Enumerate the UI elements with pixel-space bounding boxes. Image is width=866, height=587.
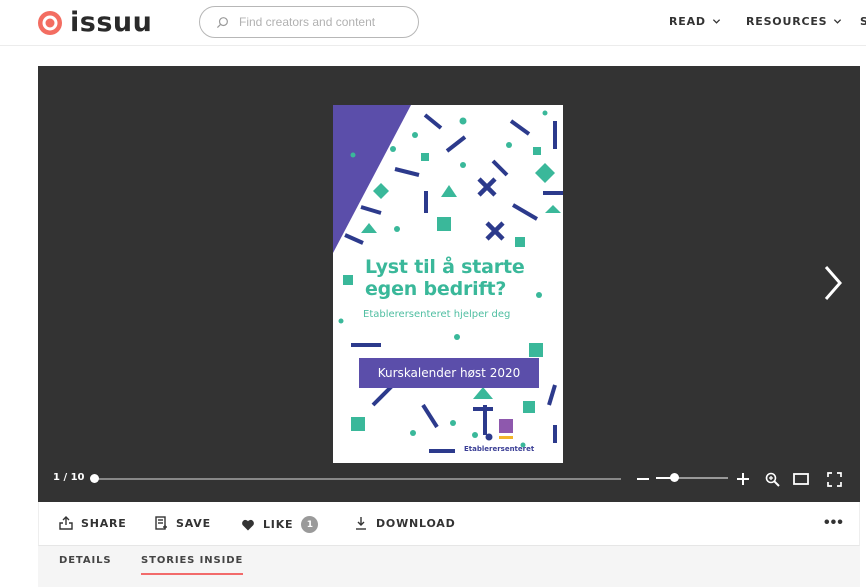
document-page[interactable]: Lyst til å starte egen bedrift? Etablere…: [333, 105, 563, 463]
more-options-button[interactable]: •••: [824, 515, 844, 531]
cover-title: Lyst til å starte egen bedrift?: [365, 256, 525, 300]
tab-details[interactable]: DETAILS: [59, 555, 112, 573]
download-label: DOWNLOAD: [376, 516, 456, 530]
logo-text: issuu: [70, 7, 153, 38]
zoom-slider-handle[interactable]: [670, 473, 679, 482]
fullscreen-button[interactable]: [824, 469, 844, 489]
cover-title-line1: Lyst til å starte: [365, 256, 525, 278]
single-page-icon: [793, 473, 809, 485]
chevron-down-icon: [834, 19, 842, 24]
page-indicator: 1 / 10: [53, 472, 85, 483]
page-progress-handle[interactable]: [90, 474, 99, 483]
nav-truncated-label: S: [860, 15, 866, 28]
share-button[interactable]: SHARE: [59, 516, 127, 530]
heart-icon: [242, 519, 254, 530]
chevron-down-icon: [712, 19, 720, 24]
share-icon: [59, 516, 73, 530]
single-page-view-button[interactable]: [791, 469, 811, 489]
search-input[interactable]: [239, 15, 409, 29]
save-label: SAVE: [176, 516, 211, 530]
nav-resources[interactable]: RESOURCES: [746, 15, 842, 28]
like-count-badge: 1: [301, 516, 319, 533]
share-label: SHARE: [81, 516, 127, 530]
nav-resources-label: RESOURCES: [746, 15, 828, 28]
minus-icon: [637, 478, 649, 480]
zoom-in-button[interactable]: [733, 469, 753, 489]
like-button[interactable]: LIKE 1: [241, 516, 319, 533]
document-viewer: Lyst til å starte egen bedrift? Etablere…: [38, 66, 860, 502]
like-label: LIKE: [263, 518, 294, 531]
issuu-logo[interactable]: issuu: [36, 8, 152, 38]
page-progress-slider[interactable]: [90, 474, 621, 483]
nav-read-label: READ: [669, 15, 706, 28]
fullscreen-icon: [826, 471, 842, 487]
issuu-logo-icon: [38, 11, 62, 35]
top-bar: issuu READ RESOURCES S: [0, 0, 866, 46]
plus-icon: [737, 473, 749, 485]
nav-read[interactable]: READ: [669, 15, 721, 28]
magnifier-button[interactable]: [762, 469, 782, 489]
chevron-right-icon[interactable]: [820, 263, 846, 303]
cover-title-line2: egen bedrift?: [365, 278, 507, 300]
save-icon: [155, 516, 167, 530]
cover-badge: Kurskalender høst 2020: [359, 358, 539, 388]
zoom-slider[interactable]: [656, 473, 728, 482]
search-icon: [216, 16, 228, 28]
cover-footer-logo: Etablerersenteret: [464, 445, 535, 453]
nav-truncated-item[interactable]: S: [860, 15, 866, 28]
action-bar: SHARE SAVE LIKE 1 DOWNLOAD •••: [38, 502, 860, 546]
details-tabs: DETAILS STORIES INSIDE: [38, 546, 860, 587]
cover-subtitle: Etablerersenteret hjelper deg: [363, 309, 511, 320]
zoom-in-icon: [765, 472, 780, 487]
save-button[interactable]: SAVE: [154, 516, 211, 530]
tab-stories-inside[interactable]: STORIES INSIDE: [141, 555, 244, 575]
download-button[interactable]: DOWNLOAD: [354, 516, 456, 530]
zoom-out-button[interactable]: [633, 469, 653, 489]
download-icon: [356, 517, 366, 530]
search-bar[interactable]: [199, 6, 419, 38]
